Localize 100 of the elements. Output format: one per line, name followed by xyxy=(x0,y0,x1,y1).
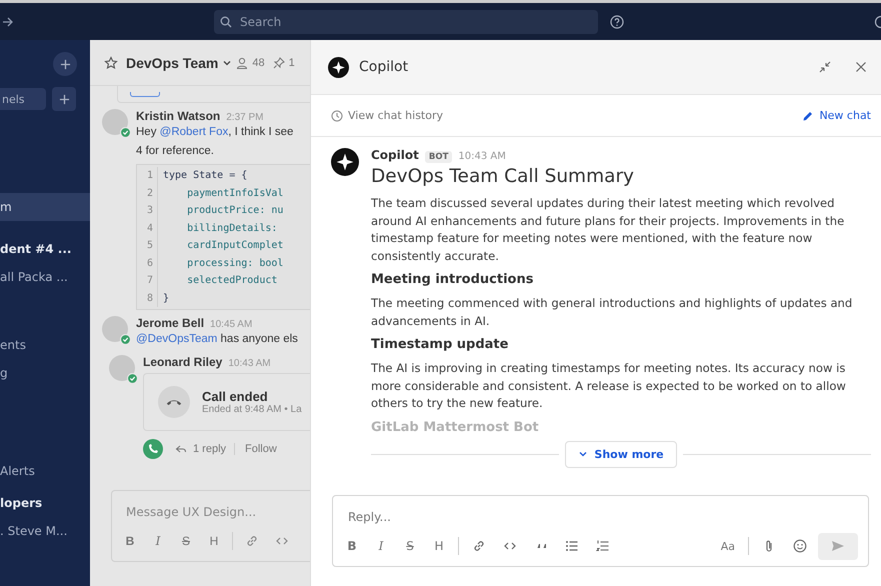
line-number: 2 xyxy=(137,184,158,202)
summary-paragraph: The meeting commenced with general introductions and highlights of updates and advancements in AI. xyxy=(371,295,854,330)
phone-icon[interactable] xyxy=(143,439,163,459)
chevron-down-icon xyxy=(578,449,588,459)
star-icon[interactable] xyxy=(104,56,118,70)
member-icon[interactable] xyxy=(236,56,248,68)
format-button[interactable]: S xyxy=(180,534,192,548)
bot-badge: BOT xyxy=(424,151,452,163)
help-icon[interactable] xyxy=(610,14,624,28)
line-number: 1 xyxy=(137,167,158,184)
sparkle-icon xyxy=(331,148,359,176)
section-heading: Meeting introductions xyxy=(371,272,534,287)
format-button[interactable]: I xyxy=(375,539,387,553)
sidebar-item[interactable]: ents xyxy=(0,331,90,359)
code-line: billingDetails: xyxy=(186,222,278,236)
reply-icon[interactable] xyxy=(175,443,187,455)
mention-link[interactable]: @DevOpsTeam xyxy=(136,333,218,345)
arrow-right-icon[interactable] xyxy=(2,16,14,28)
message-text: @DevOpsTeam has anyone els xyxy=(136,332,299,347)
check-icon xyxy=(127,373,138,384)
message-time: 10:43 AM xyxy=(228,358,271,369)
section-heading: Timestamp update xyxy=(371,337,510,352)
numbered-list-icon[interactable] xyxy=(596,539,610,553)
mention-link[interactable]: @Robert Fox xyxy=(160,126,228,138)
line-number: 8 xyxy=(137,290,158,307)
member-count: 48 xyxy=(252,56,265,68)
line-number: 6 xyxy=(137,254,158,272)
call-title: Call ended xyxy=(202,389,269,404)
find-channels-field[interactable]: nels xyxy=(0,88,46,110)
plus-icon xyxy=(58,94,70,104)
line-number: 7 xyxy=(137,272,158,290)
summary-heading: DevOps Team Call Summary xyxy=(371,166,635,187)
line-number: 3 xyxy=(137,202,158,220)
search-input[interactable]: Search xyxy=(238,14,592,30)
author-name[interactable]: Copilot xyxy=(371,148,419,162)
code-line: type State = { xyxy=(162,169,248,183)
add-button[interactable] xyxy=(53,52,77,76)
message-text: 4 for reference. xyxy=(136,144,215,159)
section-heading: GitLab Mattermost Bot xyxy=(371,420,540,434)
message-input[interactable]: Message UX Design... B I S H xyxy=(111,490,310,562)
formatting-toggle[interactable]: Aa xyxy=(720,540,735,552)
line-number: 5 xyxy=(137,237,158,254)
message-time: 10:43 AM xyxy=(458,151,506,162)
sparkle-icon xyxy=(328,56,349,78)
add-channel-button[interactable] xyxy=(52,87,76,111)
format-button[interactable]: B xyxy=(346,539,358,553)
search-icon xyxy=(220,16,232,28)
call-detail: Ended at 9:48 AM • La xyxy=(202,404,302,415)
author-name[interactable]: Jerome Bell xyxy=(136,316,204,330)
link-icon[interactable] xyxy=(245,534,259,548)
sidebar-item[interactable]: m xyxy=(0,193,90,221)
sidebar-item[interactable]: dent #4 ... xyxy=(0,235,90,263)
author-name[interactable]: Kristin Watson xyxy=(136,109,220,123)
plus-icon xyxy=(60,58,70,70)
summary-paragraph: The team discussed several updates during their latest meeting which revolved around AI enhancements and future plans for their projects. Improvements in the timestamp feature for meeting notes were mentioned, with the feature now consistently accurate. xyxy=(371,195,846,264)
sidebar-item[interactable]: . Steve M... xyxy=(0,517,90,545)
sidebar-item[interactable]: g xyxy=(0,359,90,387)
code-line: productPrice: nu xyxy=(186,204,284,218)
format-button[interactable]: H xyxy=(208,534,220,548)
sidebar-item[interactable]: lopers xyxy=(0,489,90,517)
avatar[interactable] xyxy=(102,109,128,135)
check-icon xyxy=(120,334,131,345)
avatar[interactable] xyxy=(102,316,128,342)
code-line: selectedProduct xyxy=(186,274,278,288)
pencil-icon xyxy=(802,110,814,122)
message-time: 10:45 AM xyxy=(210,319,252,330)
message-text: Hey @Robert Fox, I think I see xyxy=(136,125,294,140)
message-time: 2:37 PM xyxy=(226,112,264,123)
format-button[interactable]: H xyxy=(433,539,445,553)
pinned-count: 1 xyxy=(288,56,295,68)
reply-input[interactable]: Reply... B I S H Aa xyxy=(332,494,869,566)
line-number: 4 xyxy=(137,220,158,237)
channel-title[interactable]: DevOps Team xyxy=(126,54,218,70)
new-chat-button[interactable]: New chat xyxy=(802,109,871,122)
close-icon[interactable] xyxy=(855,61,867,73)
emoji-icon[interactable] xyxy=(793,539,807,553)
avatar[interactable] xyxy=(109,355,135,381)
sidebar-item[interactable]: Alerts xyxy=(0,457,90,485)
code-line: cardInputComplet xyxy=(186,239,284,253)
link-icon[interactable] xyxy=(472,539,486,553)
clock-icon xyxy=(331,110,343,122)
author-name[interactable]: Leonard Riley xyxy=(143,355,222,369)
code-line: } xyxy=(162,292,170,306)
panel-title: Copilot xyxy=(359,59,408,75)
search-field[interactable]: Search xyxy=(214,10,598,34)
follow-link[interactable]: Follow xyxy=(241,443,277,455)
reply-count[interactable]: 1 reply xyxy=(193,443,236,455)
pin-icon[interactable] xyxy=(272,56,285,68)
send-icon xyxy=(831,539,845,553)
format-button[interactable]: B xyxy=(124,534,136,548)
code-line: paymentInfoIsVal xyxy=(186,186,284,200)
show-more-button[interactable]: Show more xyxy=(565,440,677,468)
chat-history-link[interactable]: View chat history xyxy=(331,109,444,122)
format-button[interactable]: S xyxy=(404,539,416,553)
check-icon xyxy=(120,127,131,138)
format-button[interactable]: I xyxy=(152,534,164,548)
bulleted-list-icon[interactable] xyxy=(565,539,579,553)
sidebar-item[interactable]: all Packa ... xyxy=(0,263,90,291)
collapse-icon[interactable] xyxy=(819,61,831,73)
code-line: processing: bool xyxy=(186,256,284,270)
